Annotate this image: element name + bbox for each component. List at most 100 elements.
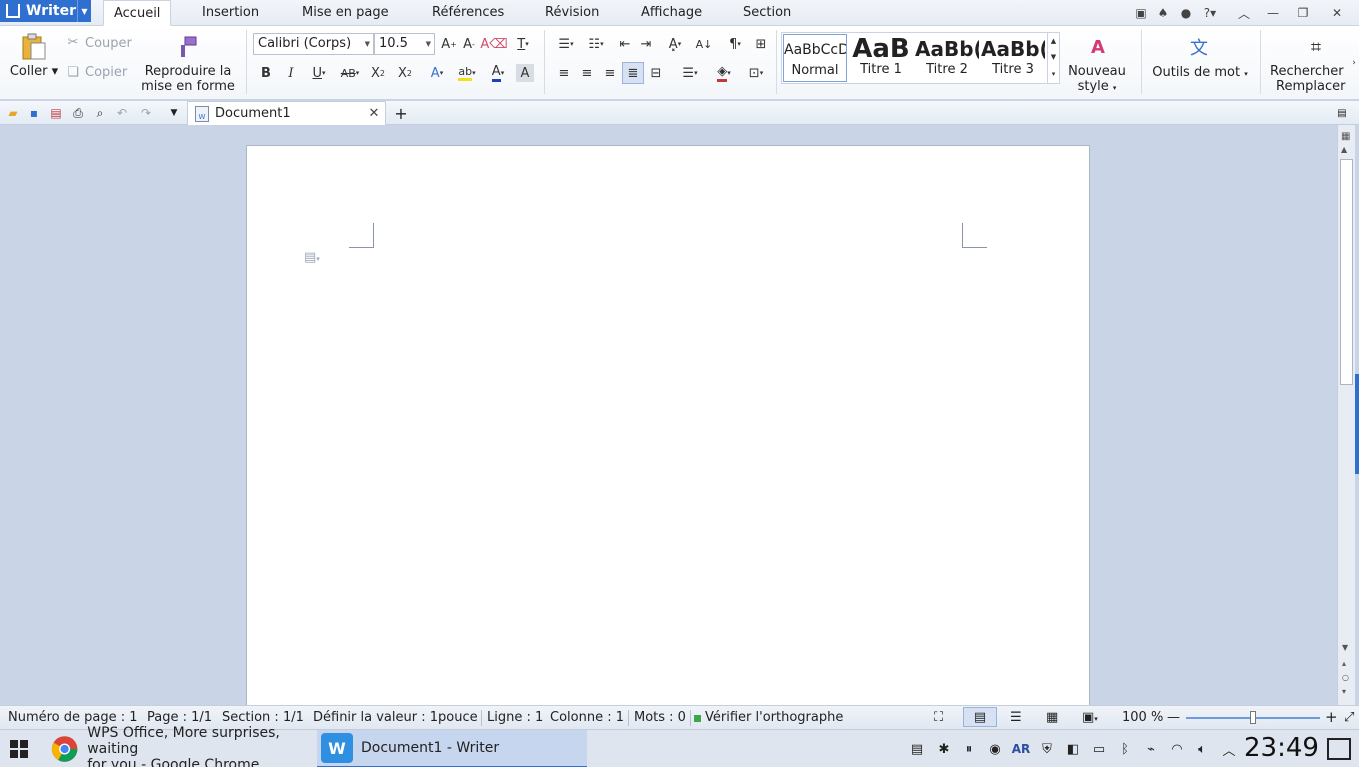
copy-button[interactable]: Copier [85,65,127,80]
distribute-icon[interactable]: ⊟ [647,64,665,82]
zoom-slider-thumb[interactable] [1250,711,1256,724]
tab-revision[interactable]: Révision [535,0,609,26]
bluetooth-icon[interactable]: ✱ [935,740,953,758]
font-color-icon[interactable]: A ▾ [484,64,512,82]
align-left-icon[interactable]: ≡ [555,64,573,82]
page-view-icon[interactable]: ▤ [963,707,997,727]
decrease-indent-icon[interactable]: ⇤ [616,35,634,53]
format-painter-icon[interactable] [176,34,200,60]
outline-view-icon[interactable]: ☰ [1010,710,1022,725]
text-direction-icon[interactable]: A͓ ▾ [661,35,689,53]
tab-section[interactable]: Section [733,0,801,26]
increase-indent-icon[interactable]: ⇥ [637,35,655,53]
open-folder-icon[interactable]: ▰ [5,105,21,121]
scrollbar-thumb[interactable] [1340,159,1353,385]
minimize-icon[interactable]: — [1263,3,1283,23]
ruler-toggle-icon[interactable]: ▦ [1341,131,1350,142]
font-size-combo[interactable]: 10.5 ▼ [374,33,435,55]
style-normal[interactable]: AaBbCcD Normal [783,34,847,82]
borders-icon[interactable]: ⊡ ▾ [742,64,770,82]
align-center-icon[interactable]: ≡ [578,64,596,82]
tab-references[interactable]: Références [422,0,514,26]
strikethrough-icon[interactable]: AB ▾ [336,64,364,82]
paragraph-options-icon[interactable]: ▤▾ [304,250,320,265]
chat-icon[interactable]: ● [1176,3,1196,23]
align-right-icon[interactable]: ≡ [601,64,619,82]
paste-button[interactable]: Coller ▾ [8,64,60,79]
tab-mise-en-page[interactable]: Mise en page [292,0,399,26]
style-gallery-expand-icon[interactable]: ▾ [1047,65,1059,83]
status-spellcheck[interactable]: Vérifier l'orthographe [705,710,843,725]
show-hidden-icons-icon[interactable]: ︿ [1220,740,1238,759]
bullets-icon[interactable]: ☰ ▾ [552,35,580,53]
close-icon[interactable]: ✕ [1327,3,1347,23]
zoom-slider[interactable] [1186,711,1320,724]
zoom-level[interactable]: 100 % [1122,710,1163,725]
style-gallery-down-icon[interactable]: ▼ [1047,49,1059,65]
skin-icon[interactable]: ▣ [1131,3,1151,23]
tab-list-icon[interactable]: ▤ [1334,105,1350,121]
redo-icon[interactable]: ↷ [138,105,154,121]
style-titre-1[interactable]: AaB Titre 1 [849,34,913,82]
binoculars-icon[interactable]: ⌗ [1303,34,1329,60]
tab-affichage[interactable]: Affichage [631,0,712,26]
style-titre-2[interactable]: AaBb( Titre 2 [915,34,979,82]
close-tab-icon[interactable]: ✕ [366,106,382,121]
reading-mode-icon[interactable]: ▣▾ [1082,710,1098,725]
justify-icon[interactable]: ≣ [622,62,644,84]
help-icon[interactable]: ?▾ [1200,3,1220,23]
full-screen-icon[interactable]: ⛶ [934,710,943,725]
document-tab[interactable]: W Document1 ✕ [187,101,386,125]
side-panel-handle[interactable] [1355,374,1359,474]
shield-icon[interactable]: ⛨ [1038,740,1056,758]
document-page[interactable]: ▤▾ [246,145,1090,705]
export-pdf-icon[interactable]: ▤ [48,105,64,121]
scroll-up-icon[interactable]: ▲ [1341,145,1347,154]
shrink-font-icon[interactable]: A- [460,35,478,53]
status-page-number[interactable]: Numéro de page : 1 [8,710,138,725]
chevron-right-icon[interactable]: › [1349,56,1359,70]
word-tools-button[interactable]: Outils de mot ▾ [1150,65,1250,82]
grow-font-icon[interactable]: A + [440,35,458,53]
highlight-icon[interactable]: ab ▾ [453,64,481,82]
shading-icon[interactable]: ◈ ▾ [710,64,738,82]
new-tab-icon[interactable]: + [393,104,409,123]
clear-format-icon[interactable]: A⌫ [480,35,507,53]
save-icon[interactable]: ▪ [26,105,42,121]
word-tools-icon[interactable]: 文 [1186,34,1212,60]
style-titre-3[interactable]: AaBb( Titre 3 [981,34,1045,82]
chevron-down-icon[interactable]: ▼ [77,0,91,22]
prev-page-icon[interactable]: ▴ [1342,659,1346,668]
find-replace-button[interactable]: Rechercher Remplacer [1266,64,1352,94]
scroll-down-icon[interactable]: ▼ [1342,643,1348,652]
web-view-icon[interactable]: ▦ [1046,710,1058,725]
clock[interactable]: 23:49 [1244,733,1319,763]
vertical-scrollbar[interactable]: ▦ ▲ ▼ ▴ ○ ▾ [1337,125,1355,705]
wifi-icon[interactable]: ◠ [1168,740,1186,758]
bluetooth-alt-icon[interactable]: ᛒ [1116,740,1134,758]
taskbar-chrome[interactable]: WPS Office, More surprises, waiting for … [46,725,314,767]
start-button[interactable] [10,730,32,767]
zoom-in-icon[interactable]: + [1325,708,1338,726]
style-gallery-up-icon[interactable]: ▲ [1047,33,1059,49]
device-icon[interactable]: ▭ [1090,740,1108,758]
status-line[interactable]: Ligne : 1 [487,710,543,725]
format-painter-button[interactable]: Reproduire la mise en forme [138,64,238,94]
pause-icon[interactable]: ⏸ [960,740,978,758]
status-column[interactable]: Colonne : 1 [550,710,624,725]
char-shading-icon[interactable]: A [516,64,534,82]
numbering-icon[interactable]: ☷ ▾ [582,35,610,53]
fit-page-icon[interactable]: ⤢ [1344,710,1354,725]
table-grid-icon[interactable]: ⊞ [752,35,770,53]
show-marks-icon[interactable]: ¶ ▾ [721,35,749,53]
usb-icon[interactable]: ⌁ [1142,740,1160,758]
restore-icon[interactable]: ❐ [1293,3,1313,23]
superscript-icon[interactable]: X2 [369,64,387,82]
sort-icon[interactable]: A↓ [695,35,713,53]
new-style-button[interactable]: Nouveau style ▾ [1062,64,1132,96]
tab-insertion[interactable]: Insertion [192,0,269,26]
bold-icon[interactable]: B [258,64,274,82]
taskbar-writer[interactable]: W Document1 - Writer [317,730,587,767]
status-set-value[interactable]: Définir la valeur : 1pouce [313,710,478,725]
volume-icon[interactable]: 🔈︎ [1193,740,1211,758]
